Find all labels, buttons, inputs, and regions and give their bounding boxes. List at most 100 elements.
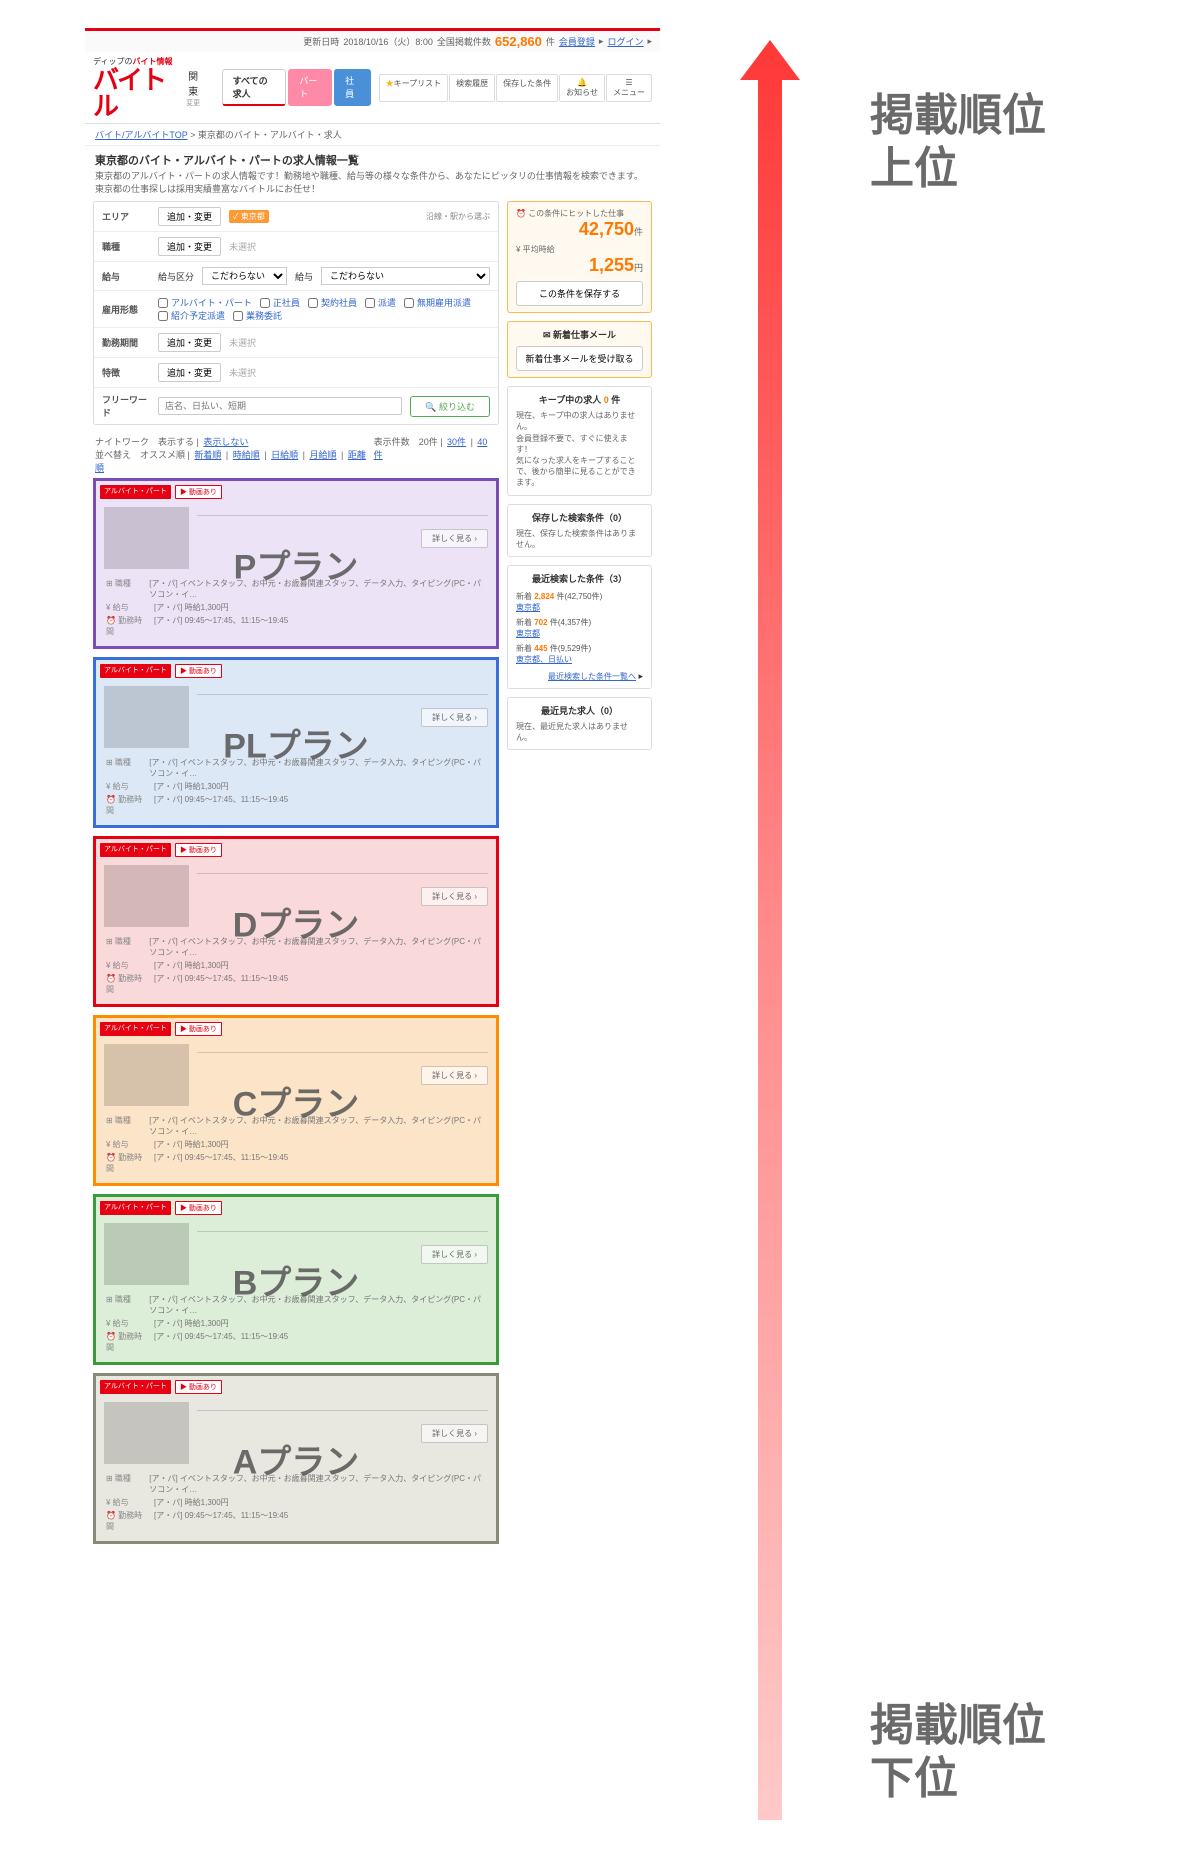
job-thumbnail (104, 686, 189, 748)
mail-subscribe-button[interactable]: 新着仕事メールを受け取る (516, 346, 643, 371)
job-card-pl[interactable]: アルバイト・パート▶ 動画あり詳しく見る ›PLプラン⊞ 職種[ア・パ] イベン… (93, 657, 499, 828)
keep-list-button[interactable]: ★キープリスト (379, 74, 449, 102)
job-thumbnail (104, 1044, 189, 1106)
rank-bottom-label: 掲載順位 下位 (870, 1700, 1046, 1806)
line-station-link[interactable]: 沿線・駅から選ぶ (426, 211, 490, 222)
detail-button[interactable]: 詳しく見る › (421, 1066, 488, 1085)
job-type-badge: アルバイト・パート (100, 1201, 171, 1215)
tab-part[interactable]: パート (288, 69, 332, 106)
side-recent-box: 最近検索した条件（3） 新着 2,824 件(42,750件)東京都新着 702… (507, 565, 652, 689)
employ-checkbox[interactable]: 契約社員 (308, 296, 357, 309)
header-tabs: すべての求人 パート 社員 (222, 69, 371, 106)
period-edit-button[interactable]: 追加・変更 (158, 333, 221, 352)
history-button[interactable]: 検索履歴 (449, 74, 495, 102)
night-hide-link[interactable]: 表示しない (203, 437, 248, 447)
update-value: 2018/10/16（火）8:00 (343, 35, 433, 48)
job-card-p[interactable]: アルバイト・パート▶ 動画あり詳しく見る ›Pプラン⊞ 職種[ア・パ] イベント… (93, 478, 499, 649)
job-card-b[interactable]: アルバイト・パート▶ 動画あり詳しく見る ›Bプラン⊞ 職種[ア・パ] イベント… (93, 1194, 499, 1365)
area-tag: ✓ 東京都 (229, 210, 269, 223)
detail-button[interactable]: 詳しく見る › (421, 529, 488, 548)
breadcrumb-current: 東京都のバイト・アルバイト・求人 (198, 130, 342, 140)
recent-more-link[interactable]: 最近検索した条件一覧へ (548, 672, 636, 681)
employ-checkbox[interactable]: 派遣 (365, 296, 396, 309)
header: ディップのバイト情報 バイトル 関東変更 すべての求人 パート 社員 ★キープリ… (85, 52, 660, 124)
rank-top-label: 掲載順位 上位 (870, 90, 1046, 196)
saved-button[interactable]: 保存した条件 (496, 74, 558, 102)
video-badge: ▶ 動画あり (175, 485, 222, 499)
video-badge: ▶ 動画あり (175, 1201, 222, 1215)
job-type-badge: アルバイト・パート (100, 1022, 171, 1036)
count-label: 全国掲載件数 (437, 35, 491, 48)
filter-button[interactable]: 🔍 絞り込む (410, 396, 490, 417)
side-keep-box: キープ中の求人 0 件 現在、キープ中の求人はありません。 会員登録不要で、すぐ… (507, 386, 652, 495)
area-edit-button[interactable]: 追加・変更 (158, 207, 221, 226)
tab-staff[interactable]: 社員 (334, 69, 371, 106)
list-controls: ナイトワーク 表示する | 表示しない 並べ替え オススメ順 | 新着順 | 時… (93, 431, 499, 478)
search-form: エリア追加・変更✓ 東京都沿線・駅から選ぶ 職種追加・変更未選択 給与給与区分こ… (93, 201, 499, 425)
hit-count: 42,750 (579, 219, 634, 239)
detail-button[interactable]: 詳しく見る › (421, 1245, 488, 1264)
menu-button[interactable]: ☰メニュー (606, 74, 652, 102)
side-saved-box: 保存した検索条件（0） 現在、保存した検索条件はありません。 (507, 504, 652, 557)
side-mail-box: ✉ 新着仕事メール 新着仕事メールを受け取る (507, 321, 652, 378)
count-30-link[interactable]: 30件 (447, 437, 466, 447)
sort-link[interactable]: 新着順 (194, 450, 221, 460)
keep-text: 現在、キープ中の求人はありません。 会員登録不要で、すぐに使えます！ 気になった… (516, 410, 643, 488)
video-badge: ▶ 動画あり (175, 843, 222, 857)
job-card-c[interactable]: アルバイト・パート▶ 動画あり詳しく見る ›Cプラン⊞ 職種[ア・パ] イベント… (93, 1015, 499, 1186)
region[interactable]: 関東変更 (186, 68, 206, 108)
job-card-d[interactable]: アルバイト・パート▶ 動画あり詳しく見る ›Dプラン⊞ 職種[ア・パ] イベント… (93, 836, 499, 1007)
detail-button[interactable]: 詳しく見る › (421, 708, 488, 727)
side-viewed-box: 最近見た求人（0） 現在、最近見た求人はありません。 (507, 697, 652, 750)
page-title: 東京都のバイト・アルバイト・パートの求人情報一覧 (85, 146, 660, 170)
job-type-badge: アルバイト・パート (100, 1380, 171, 1394)
side-column: ⏰ この条件にヒットした仕事 42,750件 ¥ 平均時給 1,255円 この条… (507, 201, 652, 1552)
avg-wage: 1,255 (589, 255, 634, 275)
recent-item[interactable]: 新着 445 件(9,529件)東京都、日払い (516, 641, 643, 667)
site-container: 更新日時 2018/10/16（火）8:00 全国掲載件数 652,860 件 … (85, 28, 660, 1552)
job-thumbnail (104, 1402, 189, 1464)
employ-checkbox[interactable]: アルバイト・パート (158, 296, 252, 309)
recent-item[interactable]: 新着 702 件(4,357件)東京都 (516, 615, 643, 641)
salary-type-select[interactable]: こだわらない (202, 267, 287, 285)
job-thumbnail (104, 1223, 189, 1285)
breadcrumb-home[interactable]: バイト/アルバイトTOP (95, 130, 188, 140)
video-badge: ▶ 動画あり (175, 664, 222, 678)
job-thumbnail (104, 865, 189, 927)
side-hit-box: ⏰ この条件にヒットした仕事 42,750件 ¥ 平均時給 1,255円 この条… (507, 201, 652, 313)
sort-link[interactable]: 月給順 (309, 450, 336, 460)
header-icons: ★キープリスト 検索履歴 保存した条件 🔔お知らせ ☰メニュー (379, 74, 652, 102)
detail-button[interactable]: 詳しく見る › (421, 1424, 488, 1443)
job-type-badge: アルバイト・パート (100, 843, 171, 857)
job-edit-button[interactable]: 追加・変更 (158, 237, 221, 256)
job-type-badge: アルバイト・パート (100, 485, 171, 499)
save-condition-button[interactable]: この条件を保存する (516, 281, 643, 306)
detail-button[interactable]: 詳しく見る › (421, 887, 488, 906)
ranking-arrow (740, 40, 800, 1820)
tab-all[interactable]: すべての求人 (222, 69, 287, 106)
employ-checkbox[interactable]: 無期雇用派遣 (404, 296, 471, 309)
employ-checkbox[interactable]: 正社員 (260, 296, 300, 309)
topbar: 更新日時 2018/10/16（火）8:00 全国掲載件数 652,860 件 … (85, 31, 660, 52)
login-link[interactable]: ログイン (607, 35, 643, 48)
video-badge: ▶ 動画あり (175, 1380, 222, 1394)
breadcrumb: バイト/アルバイトTOP > 東京都のバイト・アルバイト・求人 (85, 124, 660, 146)
register-link[interactable]: 会員登録 (559, 35, 595, 48)
employ-checkbox[interactable]: 紹介予定派遣 (158, 309, 225, 322)
main-column: エリア追加・変更✓ 東京都沿線・駅から選ぶ 職種追加・変更未選択 給与給与区分こ… (93, 201, 499, 1552)
recent-item[interactable]: 新着 2,824 件(42,750件)東京都 (516, 589, 643, 615)
job-card-a[interactable]: アルバイト・パート▶ 動画あり詳しく見る ›Aプラン⊞ 職種[ア・パ] イベント… (93, 1373, 499, 1544)
sort-link[interactable]: 日給順 (271, 450, 298, 460)
sort-link[interactable]: 時給順 (233, 450, 260, 460)
feature-edit-button[interactable]: 追加・変更 (158, 363, 221, 382)
job-type-badge: アルバイト・パート (100, 664, 171, 678)
job-thumbnail (104, 507, 189, 569)
notice-button[interactable]: 🔔お知らせ (559, 74, 605, 102)
update-label: 更新日時 (303, 35, 339, 48)
employ-checkbox[interactable]: 業務委託 (233, 309, 282, 322)
salary-amount-select[interactable]: こだわらない (321, 267, 490, 285)
video-badge: ▶ 動画あり (175, 1022, 222, 1036)
freeword-input[interactable] (158, 397, 402, 415)
logo-brand: バイトル (93, 67, 178, 119)
logo[interactable]: ディップのバイト情報 バイトル (93, 56, 178, 119)
